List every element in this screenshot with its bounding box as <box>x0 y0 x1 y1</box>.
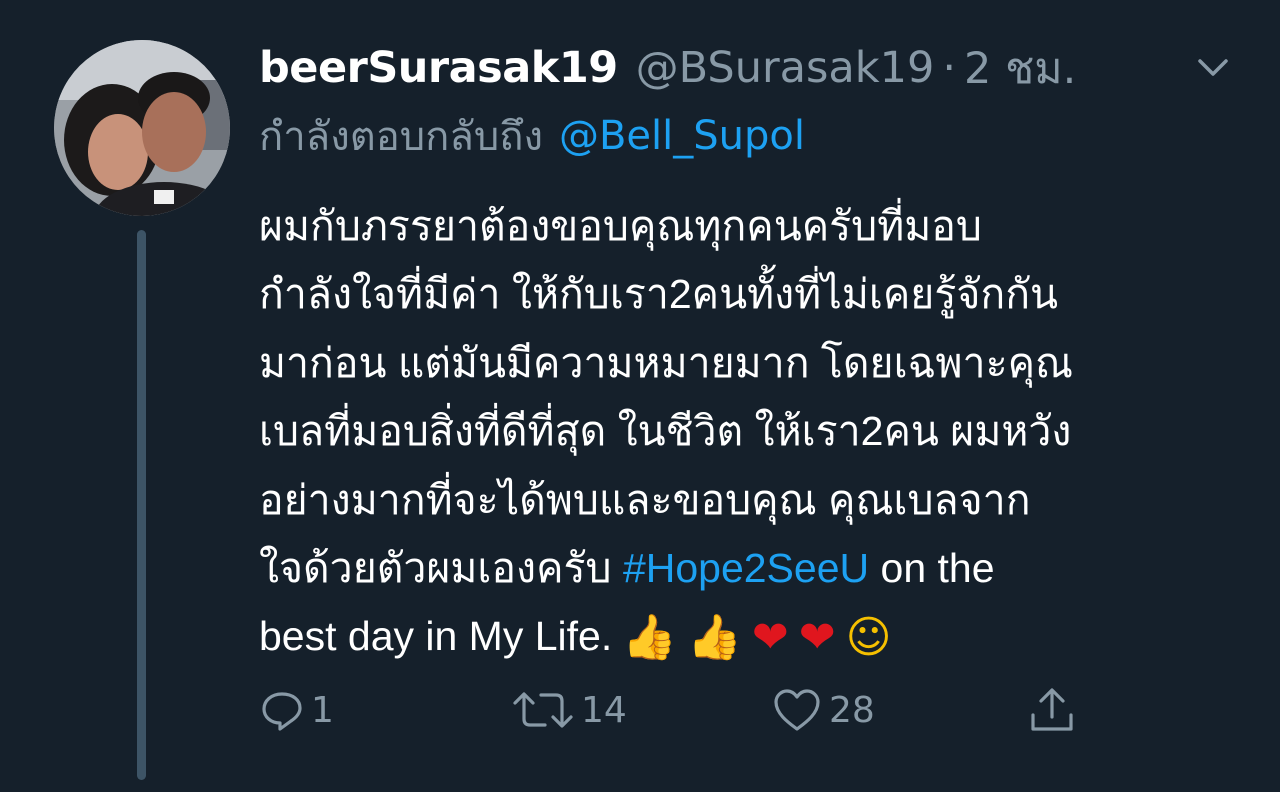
share-icon <box>1031 688 1073 731</box>
tweet-timestamp[interactable]: 2 ชม. <box>964 34 1076 102</box>
red-heart-emoji-icon: ❤ <box>751 612 789 664</box>
replying-to-label: กำลังตอบกลับถึง <box>259 114 543 160</box>
tweet-text-line: อย่างมากที่จะได้พบและขอบคุณ คุณเบลจาก <box>259 476 1031 523</box>
replying-to: กำลังตอบกลับถึง @Bell_Supol <box>259 108 805 164</box>
user-handle[interactable]: @BSurasak19 <box>636 43 935 93</box>
tweet[interactable]: beerSurasak19 @BSurasak19 · 2 ชม. กำลังต… <box>0 0 1280 792</box>
chevron-down-icon <box>1198 59 1228 76</box>
hashtag-link[interactable]: #Hope2SeeU <box>623 545 869 591</box>
tweet-text-line: กำลังใจที่มีค่า ให้กับเรา2คนทั้งที่ไม่เค… <box>259 271 1059 318</box>
reply-count: 1 <box>311 689 334 731</box>
reply-button[interactable]: 1 <box>259 680 334 740</box>
red-heart-emoji-icon: ❤ <box>798 612 836 664</box>
thumbs-up-emoji-icon: 👍 <box>687 612 742 664</box>
tweet-text-line: มาก่อน แต่มันมีความหมายมาก โดยเฉพาะคุณ <box>259 339 1074 386</box>
retweet-count: 14 <box>581 689 627 731</box>
tweet-text-fragment: best day in My Life. <box>259 613 613 660</box>
tweet-text-line: ผมกับภรรยาต้องขอบคุณทุกคนครับที่มอบ <box>259 203 982 249</box>
tweet-actions: 1 14 28 <box>259 680 1099 740</box>
tweet-text-line-with-hashtag: ใจด้วยตัวผมเองครับ #Hope2SeeU on the <box>259 534 1239 602</box>
reply-icon <box>262 692 302 731</box>
avatar[interactable] <box>54 40 230 216</box>
separator-dot: · <box>942 43 957 93</box>
thread-line <box>137 230 146 780</box>
display-name[interactable]: beerSurasak19 <box>259 43 618 93</box>
thumbs-up-emoji-icon: 👍 <box>622 612 678 664</box>
heart-icon <box>774 689 820 731</box>
reply-mention-link[interactable]: @Bell_Supol <box>559 113 805 159</box>
tweet-text-fragment: ใจด้วยตัวผมเองครับ <box>259 544 623 591</box>
tweet-text-fragment: on the <box>869 544 995 591</box>
avatar-photo <box>54 40 230 216</box>
tweet-header: beerSurasak19 @BSurasak19 · 2 ชม. <box>259 40 1076 96</box>
tweet-body: ผมกับภรรยาต้องขอบคุณทุกคนครับที่มอบ กำลั… <box>259 192 1239 671</box>
share-button[interactable] <box>1027 680 1077 740</box>
more-options-button[interactable] <box>1192 46 1234 88</box>
retweet-icon <box>513 692 573 728</box>
tweet-text-line: เบลที่มอบสิ่งที่ดีที่สุด ในชีวิต ให้เรา2… <box>259 408 1072 455</box>
like-button[interactable]: 28 <box>771 680 875 740</box>
tweet-text-line-with-emoji: best day in My Life. 👍 👍 ❤ ❤ ☺ <box>259 602 1239 670</box>
smiling-face-emoji-icon: ☺ <box>845 612 892 664</box>
like-count: 28 <box>829 689 875 731</box>
retweet-button[interactable]: 14 <box>511 680 627 740</box>
